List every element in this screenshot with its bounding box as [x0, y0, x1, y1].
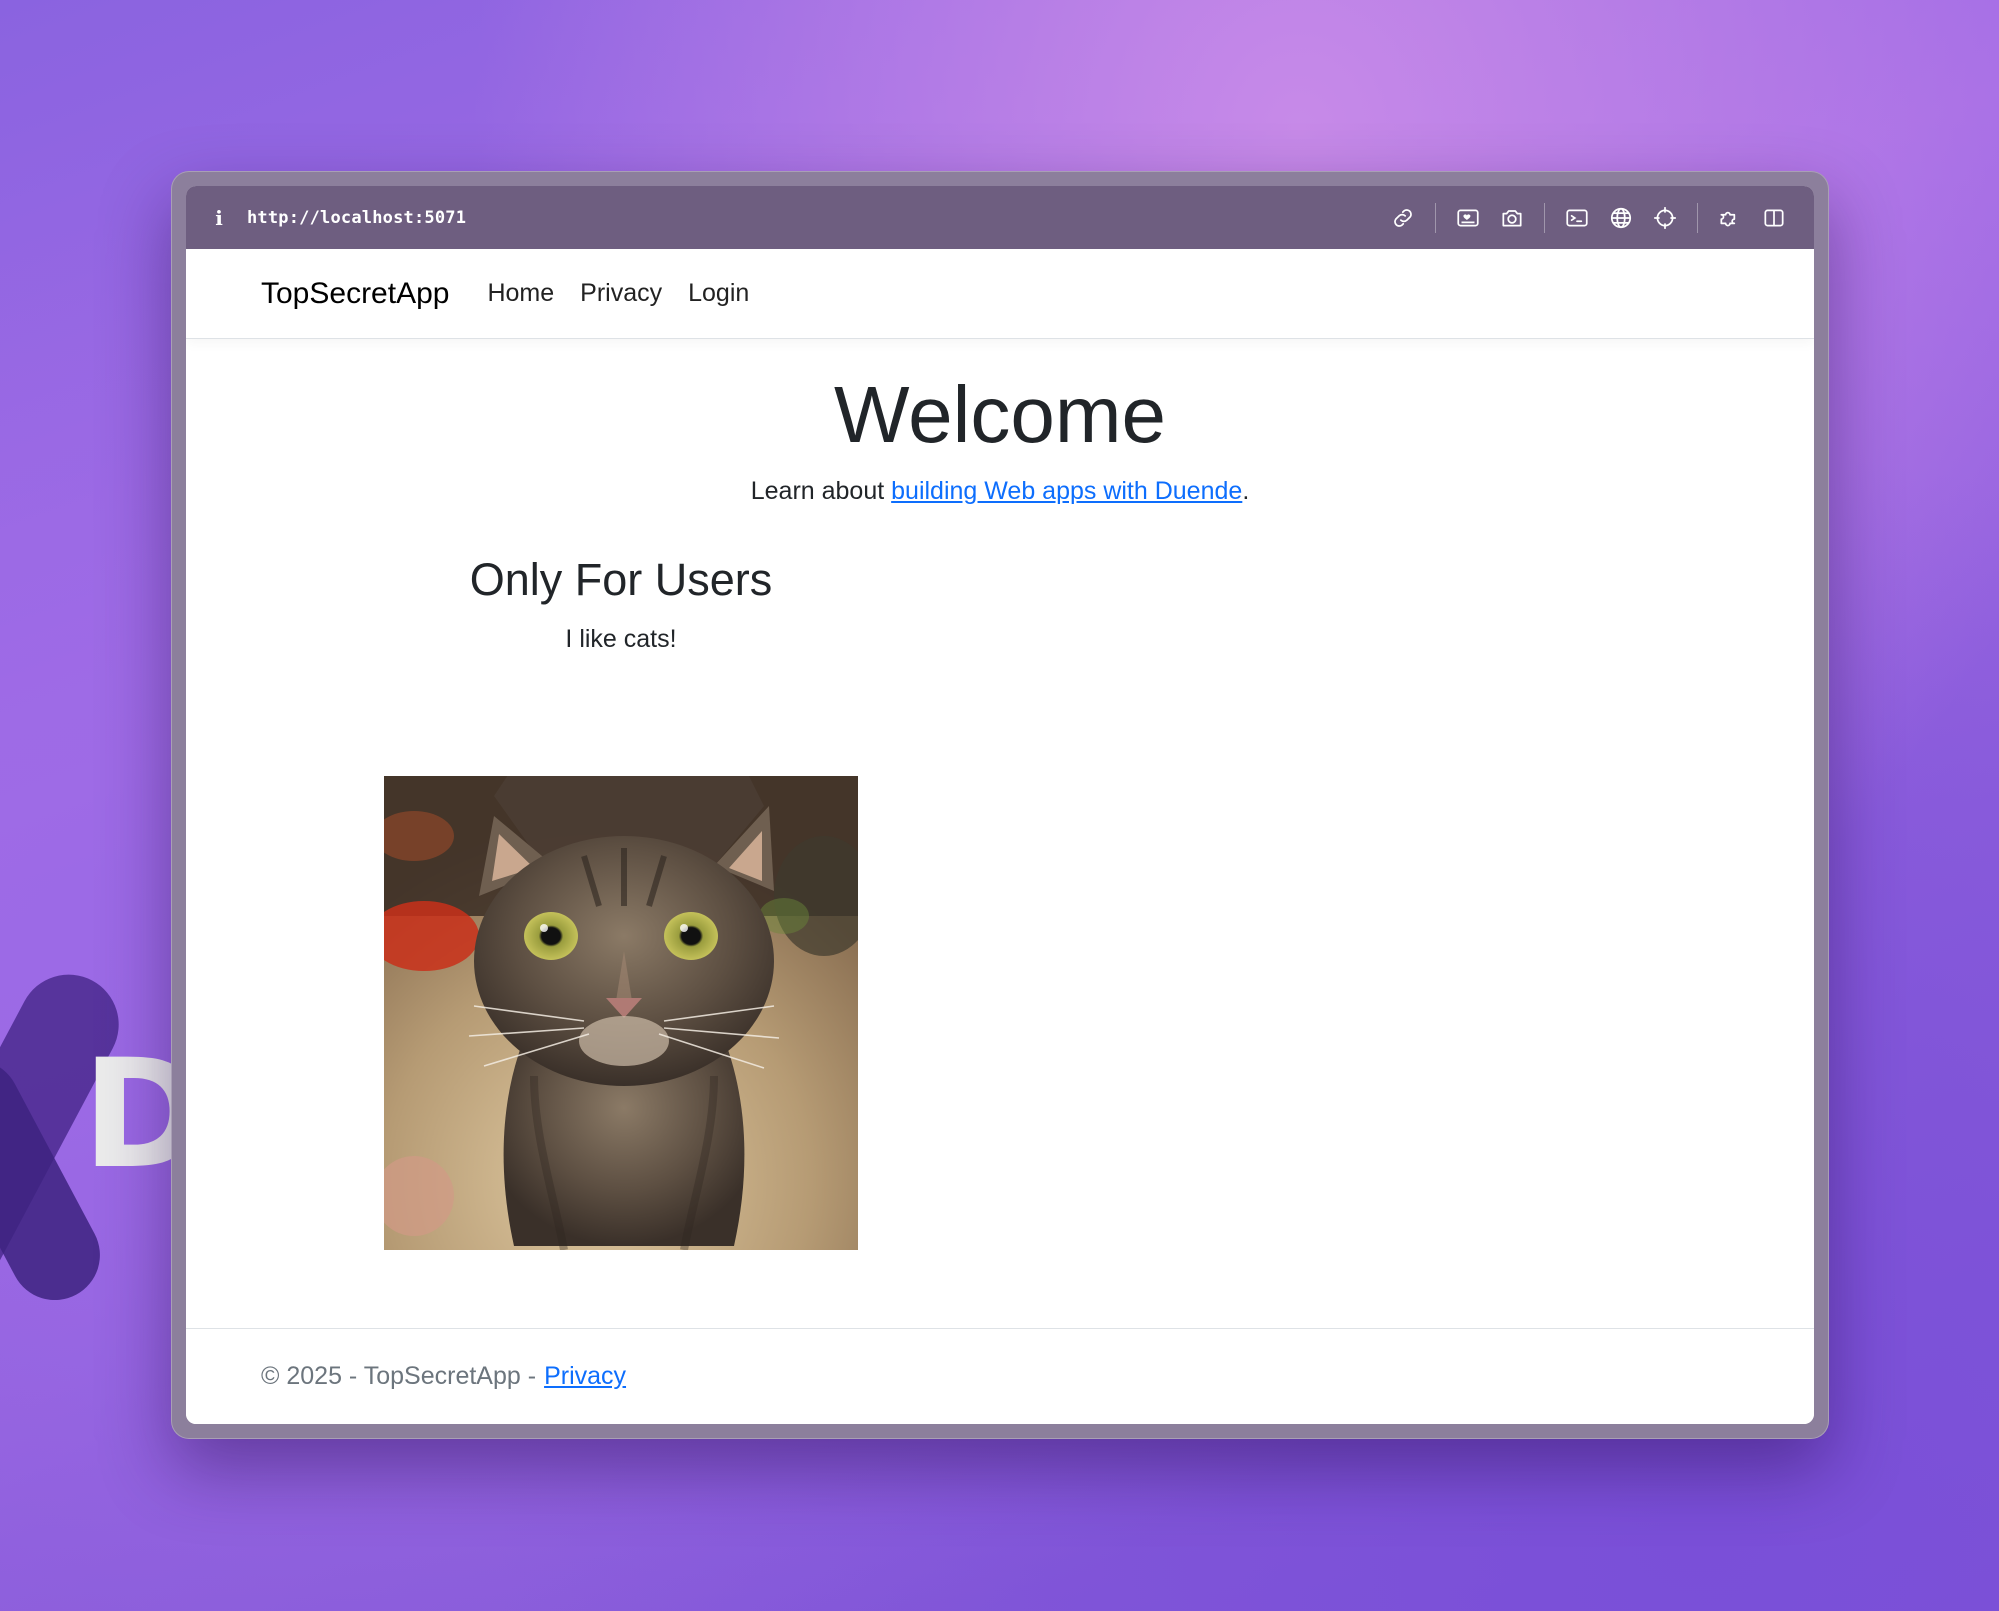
footer-privacy-link[interactable]: Privacy: [544, 1362, 626, 1391]
toolbar-divider: [1435, 202, 1436, 233]
image-icon[interactable]: [1446, 196, 1490, 240]
address-bar-url[interactable]: http://localhost:5071: [247, 208, 466, 228]
toolbar-actions: [1381, 186, 1796, 249]
globe-icon[interactable]: [1599, 196, 1643, 240]
site-navbar: TopSecretApp Home Privacy Login: [186, 249, 1814, 339]
link-icon[interactable]: [1381, 196, 1425, 240]
camera-icon[interactable]: [1490, 196, 1534, 240]
navbar-brand[interactable]: TopSecretApp: [261, 277, 449, 311]
nav-link-privacy[interactable]: Privacy: [580, 279, 662, 308]
browser-window-frame: i http://localhost:5071 TopSecretApp Hom…: [171, 171, 1829, 1439]
toolbar-divider: [1544, 202, 1545, 233]
nav-link-login[interactable]: Login: [688, 279, 749, 308]
cat-image: [384, 776, 858, 1250]
section-text: I like cats!: [565, 625, 677, 653]
section-title: Only For Users: [469, 554, 773, 605]
puzzle-icon[interactable]: [1708, 196, 1752, 240]
lead-text: Learn about building Web apps with Duend…: [186, 477, 1814, 506]
nav-link-home[interactable]: Home: [487, 279, 554, 308]
sidebar-icon[interactable]: [1752, 196, 1796, 240]
lead-prefix: Learn about: [750, 477, 892, 505]
main-content: Welcome Learn about building Web apps wi…: [186, 339, 1814, 1329]
users-section: Only For Users I like cats!: [384, 553, 858, 654]
toolbar-divider: [1697, 202, 1698, 233]
footer-text: © 2025 - TopSecretApp -: [261, 1362, 537, 1390]
browser-window: i http://localhost:5071 TopSecretApp Hom…: [186, 186, 1814, 1424]
cat-illustration: [384, 776, 858, 1250]
terminal-icon[interactable]: [1555, 196, 1599, 240]
crosshair-icon[interactable]: [1643, 196, 1687, 240]
page-title: Welcome: [834, 370, 1166, 459]
site-footer: © 2025 - TopSecretApp - Privacy: [186, 1328, 1814, 1424]
lead-suffix: .: [1242, 477, 1250, 505]
browser-toolbar: i http://localhost:5071: [186, 186, 1814, 249]
duende-docs-link[interactable]: building Web apps with Duende: [891, 477, 1242, 505]
info-icon[interactable]: i: [211, 206, 227, 230]
